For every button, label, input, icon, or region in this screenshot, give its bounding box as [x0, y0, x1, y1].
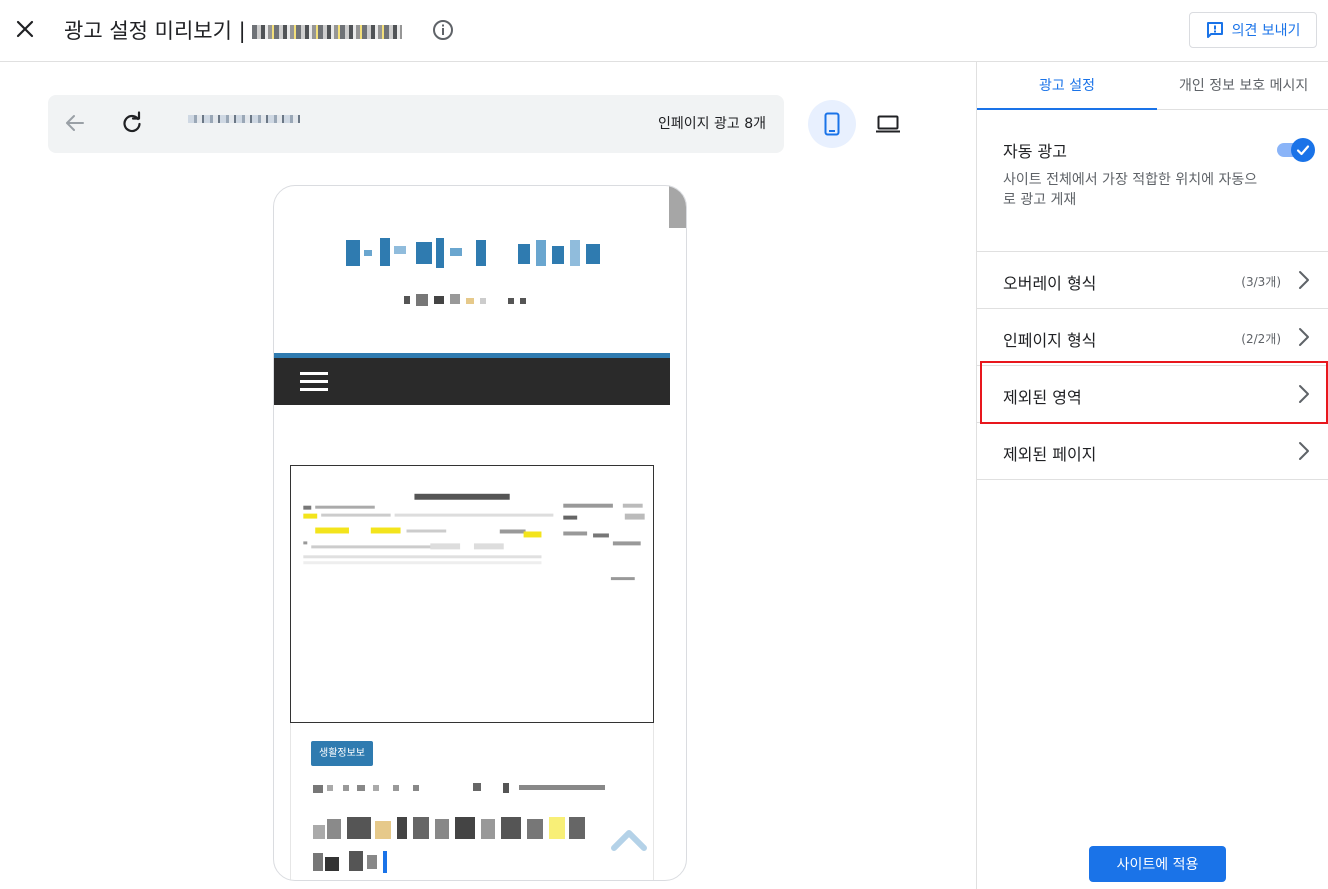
settings-sidebar: 광고 설정 개인 정보 보호 메시지 자동 광고 사이트 전체에서 가장 적합한…	[976, 62, 1328, 889]
chevron-right-icon	[1299, 328, 1309, 346]
feedback-icon	[1206, 22, 1223, 38]
feedback-button[interactable]: 의견 보내기	[1189, 12, 1317, 48]
article-meta-redacted	[313, 783, 605, 793]
smartphone-icon	[824, 112, 840, 136]
excluded-areas-row[interactable]: 제외된 영역	[977, 366, 1328, 423]
row-label: 오버레이 형식	[1003, 274, 1097, 293]
row-label: 제외된 페이지	[1003, 445, 1097, 464]
mobile-view-button[interactable]	[808, 100, 856, 148]
preview-url-redacted	[188, 115, 300, 123]
menu-icon[interactable]	[300, 372, 328, 392]
back-arrow-icon[interactable]	[64, 112, 86, 134]
preview-scrollbar[interactable]	[669, 186, 686, 228]
laptop-icon	[876, 115, 900, 133]
row-label: 제외된 영역	[1003, 388, 1082, 407]
close-button[interactable]	[12, 16, 38, 42]
sidebar-tabs: 광고 설정 개인 정보 보호 메시지	[977, 62, 1328, 110]
check-icon	[1296, 145, 1310, 156]
row-count: (2/2개)	[1241, 332, 1281, 346]
category-badge[interactable]: 생활정보보	[311, 741, 373, 766]
chevron-right-icon	[1299, 271, 1309, 289]
site-logo-redacted	[346, 238, 600, 268]
auto-ads-toggle[interactable]	[1277, 138, 1315, 162]
site-tagline-redacted	[404, 294, 526, 306]
page-title: 광고 설정 미리보기 |	[64, 15, 402, 45]
top-bar: 광고 설정 미리보기 | 의견 보내기	[0, 0, 1328, 62]
scroll-to-top-icon[interactable]	[610, 826, 648, 852]
row-count: (3/3개)	[1241, 275, 1281, 289]
chevron-right-icon	[1299, 385, 1309, 403]
auto-ads-title: 자동 광고	[1003, 142, 1067, 161]
auto-ads-description: 사이트 전체에서 가장 적합한 위치에 자동으로 광고 게재	[1003, 172, 1258, 208]
info-icon[interactable]	[432, 19, 454, 41]
excluded-pages-row[interactable]: 제외된 페이지	[977, 423, 1328, 480]
article-thumbnail[interactable]	[290, 465, 654, 723]
page-title-text: 광고 설정 미리보기 |	[64, 19, 246, 43]
chevron-right-icon	[1299, 442, 1309, 460]
mobile-preview-frame[interactable]: 생활정보보	[273, 185, 687, 881]
toggle-knob	[1291, 138, 1315, 162]
close-icon	[16, 20, 34, 38]
apply-to-site-button[interactable]: 사이트에 적용	[1089, 846, 1226, 882]
preview-toolbar: 인페이지 광고 8개	[48, 95, 784, 153]
ad-count-label: 인페이지 광고 8개	[658, 116, 766, 132]
in-page-formats-row[interactable]: 인페이지 형식 (2/2개)	[977, 309, 1328, 366]
site-nav-bar	[274, 353, 670, 405]
row-label: 인페이지 형식	[1003, 331, 1097, 350]
tab-privacy-messages[interactable]: 개인 정보 보호 메시지	[1157, 62, 1328, 110]
tab-ad-settings[interactable]: 광고 설정	[977, 62, 1157, 110]
feedback-label: 의견 보내기	[1231, 23, 1301, 39]
overlay-formats-row[interactable]: 오버레이 형식 (3/3개)	[977, 252, 1328, 309]
article-card[interactable]: 생활정보보	[290, 723, 654, 880]
reload-icon[interactable]	[120, 111, 144, 135]
auto-ads-section: 자동 광고 사이트 전체에서 가장 적합한 위치에 자동으로 광고 게재	[977, 110, 1328, 252]
desktop-view-button[interactable]	[864, 100, 912, 148]
site-domain-redacted	[251, 25, 402, 39]
article-headline-redacted[interactable]	[313, 815, 613, 875]
